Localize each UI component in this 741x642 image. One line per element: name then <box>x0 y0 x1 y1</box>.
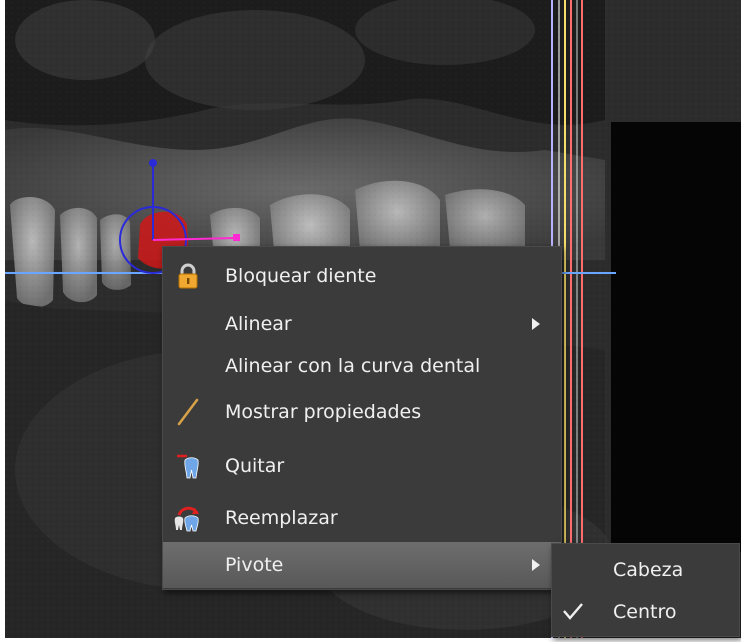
menu-item-label: Reemplazar <box>225 507 338 529</box>
menu-item-mostrar-propiedades[interactable]: Mostrar propiedades <box>163 389 561 435</box>
menu-item-label: Mostrar propiedades <box>225 401 422 423</box>
submenu-arrow-icon <box>532 559 540 571</box>
menu-item-quitar[interactable]: Quitar <box>163 443 561 489</box>
menu-item-label: Bloquear diente <box>225 265 377 287</box>
menu-item-label: Alinear con la curva dental <box>225 355 481 377</box>
submenu-item-label: Centro <box>613 601 677 623</box>
menu-item-pivote[interactable]: Pivote <box>163 542 561 588</box>
menu-item-label: Quitar <box>225 455 285 477</box>
remove-tooth-icon <box>173 451 203 481</box>
menu-item-alinear-curva-dental[interactable]: Alinear con la curva dental <box>163 343 561 389</box>
menu-item-label: Pivote <box>225 554 284 576</box>
checkmark-icon <box>562 600 584 622</box>
submenu-item-label: Cabeza <box>613 559 684 581</box>
pivot-submenu: Cabeza Centro <box>551 543 740 637</box>
pencil-icon <box>173 397 203 427</box>
replace-tooth-icon <box>173 503 203 533</box>
menu-item-alinear[interactable]: Alinear <box>163 301 561 347</box>
submenu-arrow-icon <box>532 318 540 330</box>
menu-item-label: Alinear <box>225 313 292 335</box>
submenu-item-cabeza[interactable]: Cabeza <box>552 548 739 590</box>
lock-icon <box>173 261 203 291</box>
menu-item-reemplazar[interactable]: Reemplazar <box>163 495 561 541</box>
menu-item-bloquear-diente[interactable]: Bloquear diente <box>163 253 561 299</box>
context-menu: Bloquear diente Alinear Alinear con la c… <box>162 246 562 590</box>
submenu-item-centro[interactable]: Centro <box>552 590 739 632</box>
